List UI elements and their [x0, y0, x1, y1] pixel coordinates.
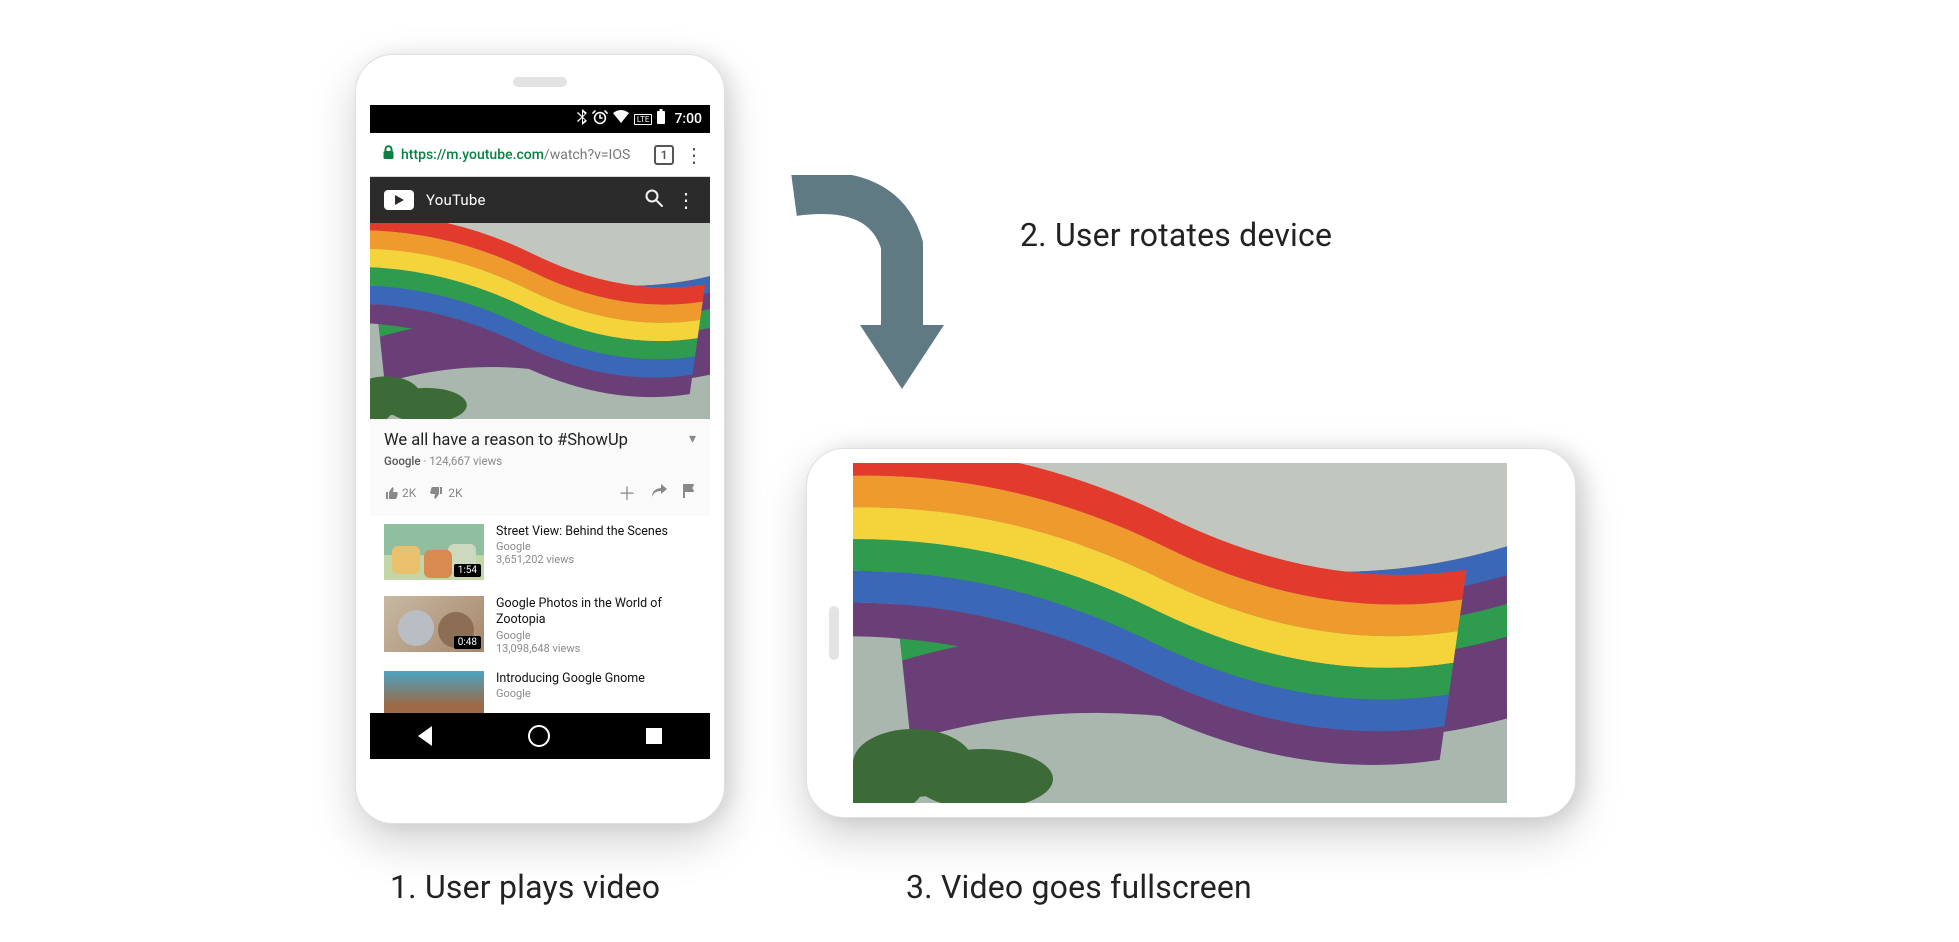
dislike-count: 2K	[448, 486, 462, 500]
dislike-button[interactable]: 2K	[430, 486, 462, 500]
status-bar-time: 7:00	[674, 111, 702, 127]
bluetooth-icon	[576, 109, 588, 129]
related-videos: 1:54 Street View: Behind the Scenes Goog…	[370, 516, 710, 735]
related-channel: Google	[496, 687, 645, 700]
related-channel: Google	[496, 629, 696, 642]
video-meta: ▾ We all have a reason to #ShowUp Google…	[370, 419, 710, 516]
flow-arrow-icon	[774, 175, 974, 415]
url-domain: https://m.youtube.com	[401, 147, 544, 163]
related-video-item[interactable]: 0:48 Google Photos in the World of Zooto…	[384, 588, 696, 663]
like-button[interactable]: 2K	[384, 486, 416, 500]
youtube-header: YouTube ⋮	[370, 177, 710, 223]
chrome-menu-icon[interactable]: ⋮	[684, 145, 704, 165]
phone-landscape-frame	[806, 448, 1576, 818]
video-title: We all have a reason to #ShowUp	[384, 431, 696, 450]
lte-badge: LTE	[634, 114, 653, 125]
search-icon[interactable]	[644, 188, 664, 213]
related-views: 13,098,648 views	[496, 642, 696, 655]
like-count: 2K	[402, 486, 416, 500]
expand-description-icon[interactable]: ▾	[689, 431, 696, 447]
related-thumbnail: 0:48	[384, 596, 484, 652]
chrome-omnibox[interactable]: https://m.youtube.com/watch?v=IOS 1 ⋮	[370, 133, 710, 177]
battery-icon	[656, 109, 666, 129]
related-views: 3,651,202 views	[496, 553, 668, 566]
chrome-tabs-button[interactable]: 1	[654, 145, 674, 165]
video-views: 124,667 views	[429, 454, 502, 468]
caption-step-2: 2. User rotates device	[1020, 216, 1332, 254]
phone-speaker	[513, 77, 567, 87]
lock-icon	[382, 145, 395, 164]
nav-back-icon[interactable]	[418, 726, 432, 746]
video-channel[interactable]: Google	[384, 454, 421, 468]
related-duration: 1:54	[454, 564, 481, 577]
youtube-logo-icon[interactable]	[384, 190, 414, 210]
video-player[interactable]	[370, 223, 710, 419]
android-status-bar: LTE 7:00	[370, 105, 710, 133]
fullscreen-video[interactable]	[853, 463, 1507, 803]
phone-portrait-frame: LTE 7:00 https://m.youtube.com/watch?v=I…	[355, 54, 725, 824]
related-title: Google Photos in the World of Zootopia	[496, 596, 696, 629]
related-channel: Google	[496, 540, 668, 553]
add-to-playlist-icon[interactable]: ＋	[618, 480, 636, 506]
caption-step-3: 3. Video goes fullscreen	[906, 868, 1252, 906]
related-title: Introducing Google Gnome	[496, 671, 645, 687]
phone-speaker	[829, 606, 839, 660]
url-path: /watch?v=IOS	[544, 147, 630, 163]
nav-home-icon[interactable]	[528, 725, 550, 747]
video-actions: 2K 2K ＋	[384, 480, 696, 506]
related-video-item[interactable]: 1:54 Street View: Behind the Scenes Goog…	[384, 516, 696, 588]
flag-icon[interactable]	[682, 483, 696, 504]
nav-recent-apps-icon[interactable]	[646, 728, 662, 744]
wifi-icon	[612, 110, 630, 128]
related-thumbnail: 1:54	[384, 524, 484, 580]
related-title: Street View: Behind the Scenes	[496, 524, 668, 540]
video-thumbnail	[370, 223, 710, 419]
youtube-menu-icon[interactable]: ⋮	[676, 188, 696, 212]
phone-portrait-screen: LTE 7:00 https://m.youtube.com/watch?v=I…	[370, 105, 710, 759]
video-subline: Google · 124,667 views	[384, 454, 696, 468]
youtube-brand[interactable]: YouTube	[426, 191, 486, 209]
caption-step-1: 1. User plays video	[390, 868, 660, 906]
url-text: https://m.youtube.com/watch?v=IOS	[401, 147, 644, 163]
phone-landscape-screen	[853, 463, 1507, 803]
alarm-icon	[592, 109, 608, 129]
share-icon[interactable]	[650, 483, 668, 504]
related-duration: 0:48	[454, 636, 481, 649]
android-nav-bar	[370, 713, 710, 759]
